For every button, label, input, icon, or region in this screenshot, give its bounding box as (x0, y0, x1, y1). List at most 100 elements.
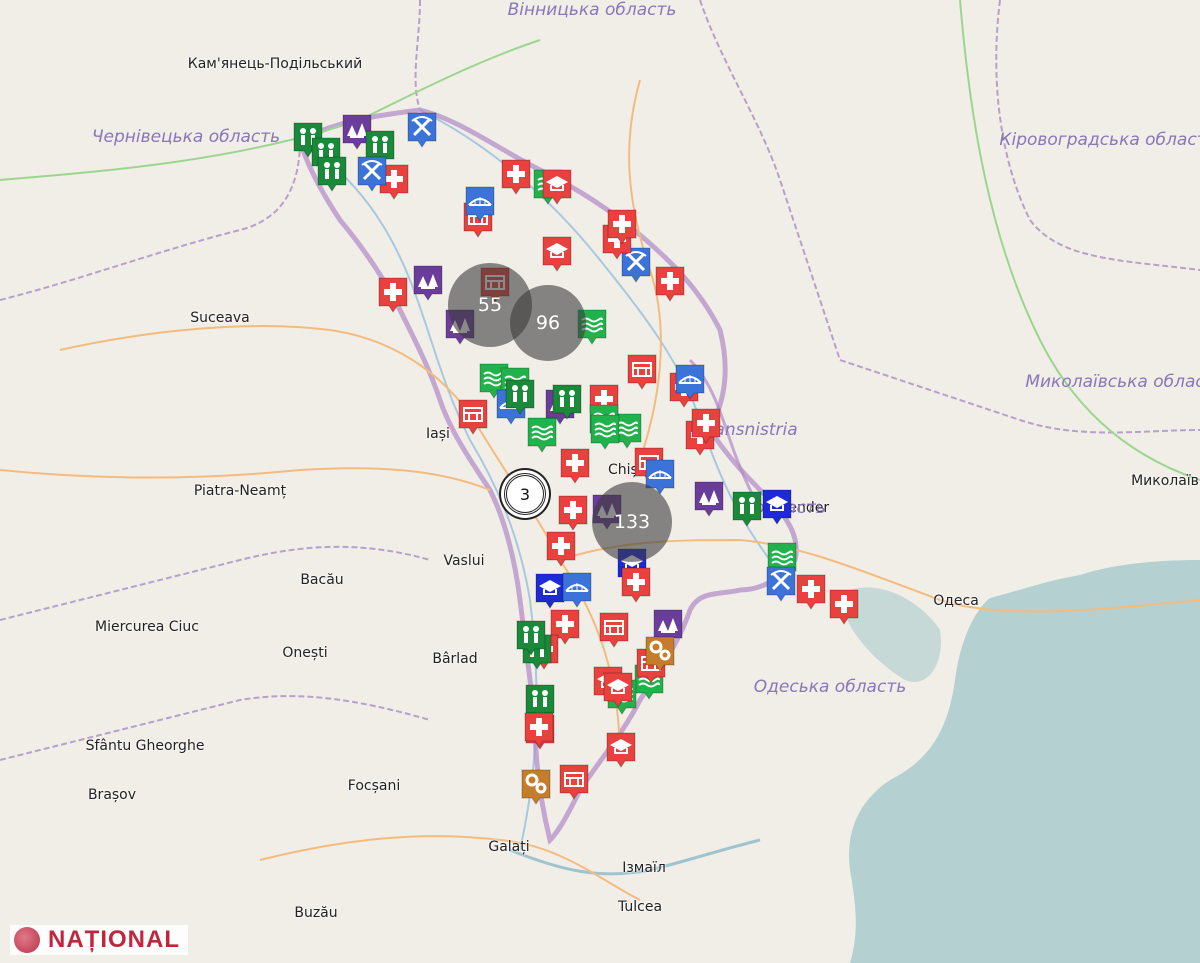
map-marker-park[interactable] (515, 619, 547, 656)
city-label: Suceava (190, 310, 250, 326)
map-marker-university[interactable] (541, 168, 573, 205)
map-marker-university[interactable] (605, 731, 637, 768)
logo-globe-icon (14, 927, 40, 953)
water-icon (590, 414, 620, 450)
city-label: Miercurea Ciuc (95, 619, 199, 635)
map-marker-hospital[interactable] (654, 265, 686, 302)
house-tree-icon (694, 481, 724, 517)
map-marker-education-blue[interactable] (761, 488, 793, 525)
map-marker-hospital[interactable] (523, 711, 555, 748)
city-label: Ізмаїл (622, 860, 666, 876)
map-marker-hospital[interactable] (557, 494, 589, 531)
gear-icon (521, 769, 551, 805)
city-label: Brașov (87, 787, 137, 803)
map-marker-school[interactable] (598, 611, 630, 648)
cross-icon (524, 712, 554, 748)
cross-icon (558, 495, 588, 531)
graduation-cap-icon (542, 236, 572, 272)
marker-cluster[interactable]: 96 (510, 285, 586, 361)
region-label: Кіровоградська область (999, 130, 1200, 150)
map-marker-hospital[interactable] (828, 588, 860, 625)
school-icon (627, 354, 657, 390)
people-icon (552, 384, 582, 420)
map-marker-bridge[interactable] (561, 571, 593, 608)
city-label: Bacău (300, 572, 344, 588)
city-label: Vaslui (443, 553, 485, 569)
map-marker-mining[interactable] (356, 155, 388, 192)
gear-icon (645, 636, 675, 672)
map-marker-water[interactable] (589, 413, 621, 450)
city-label: Sfântu Gheorghe (85, 738, 205, 754)
region-label: Чернівецька область (91, 127, 281, 147)
map-marker-university[interactable] (602, 671, 634, 708)
city-label: Кам'янець-Подільський (187, 56, 363, 72)
people-icon (516, 620, 546, 656)
map-marker-culture[interactable] (693, 480, 725, 517)
map-marker-park[interactable] (504, 378, 536, 415)
bridge-icon (562, 572, 592, 608)
map-marker-industry[interactable] (520, 768, 552, 805)
pickaxe-icon (407, 112, 437, 148)
school-icon (458, 399, 488, 435)
map-marker-school[interactable] (626, 353, 658, 390)
pickaxe-icon (357, 156, 387, 192)
graduation-cap-icon (603, 672, 633, 708)
cross-icon (607, 209, 637, 245)
map-marker-hospital[interactable] (606, 208, 638, 245)
map-marker-hospital[interactable] (545, 530, 577, 567)
graduation-cap-icon (542, 169, 572, 205)
map-marker-hospital[interactable] (559, 447, 591, 484)
map-marker-park[interactable] (551, 383, 583, 420)
cross-icon (378, 277, 408, 313)
pickaxe-icon (766, 566, 796, 602)
national-logo: NAȚIONAL (10, 925, 188, 955)
city-label: Миколаїв (1131, 473, 1199, 489)
people-icon (505, 379, 535, 415)
people-icon (732, 491, 762, 527)
cross-icon (546, 531, 576, 567)
map-marker-hospital[interactable] (377, 276, 409, 313)
map-canvas[interactable]: Кам'янець-Подільський Suceava Iași Piatra-N… (0, 0, 1200, 963)
graduation-cap-icon (762, 489, 792, 525)
logo-text: NAȚIONAL (48, 926, 180, 953)
city-label: Onești (282, 645, 328, 661)
region-label: Вінницька область (507, 0, 677, 20)
city-label: Galați (488, 839, 530, 855)
map-marker-mining[interactable] (765, 565, 797, 602)
bridge-icon (675, 364, 705, 400)
cross-icon (501, 159, 531, 195)
cross-icon (691, 408, 721, 444)
region-label: Миколаївська область (1025, 372, 1200, 392)
city-label: Focșani (347, 778, 401, 794)
city-label: Bârlad (432, 651, 478, 667)
map-marker-industry[interactable] (644, 635, 676, 672)
map-marker-park[interactable] (316, 155, 348, 192)
map-marker-mining[interactable] (406, 111, 438, 148)
map-marker-park[interactable] (731, 490, 763, 527)
city-label: Iași (426, 426, 450, 442)
map-marker-culture[interactable] (412, 264, 444, 301)
map-marker-hospital[interactable] (795, 573, 827, 610)
region-label: Одеська область (753, 677, 907, 697)
city-label: Buzău (294, 905, 338, 921)
cross-icon (655, 266, 685, 302)
cross-icon (560, 448, 590, 484)
map-marker-university[interactable] (541, 235, 573, 272)
spider-cluster[interactable]: 3 (504, 473, 546, 515)
school-icon (599, 612, 629, 648)
bridge-icon (465, 186, 495, 222)
people-icon (317, 156, 347, 192)
school-icon (559, 764, 589, 800)
map-marker-school[interactable] (558, 763, 590, 800)
house-tree-icon (413, 265, 443, 301)
map-marker-hospital[interactable] (620, 566, 652, 603)
map-marker-hospital[interactable] (500, 158, 532, 195)
cross-icon (796, 574, 826, 610)
map-marker-bridge[interactable] (464, 185, 496, 222)
city-label: Piatra-Neamț (193, 483, 287, 499)
map-marker-school[interactable] (457, 398, 489, 435)
city-label: Tulcea (617, 899, 663, 915)
map-marker-hospital[interactable] (690, 407, 722, 444)
marker-cluster[interactable]: 133 (592, 482, 672, 562)
map-marker-bridge[interactable] (674, 363, 706, 400)
